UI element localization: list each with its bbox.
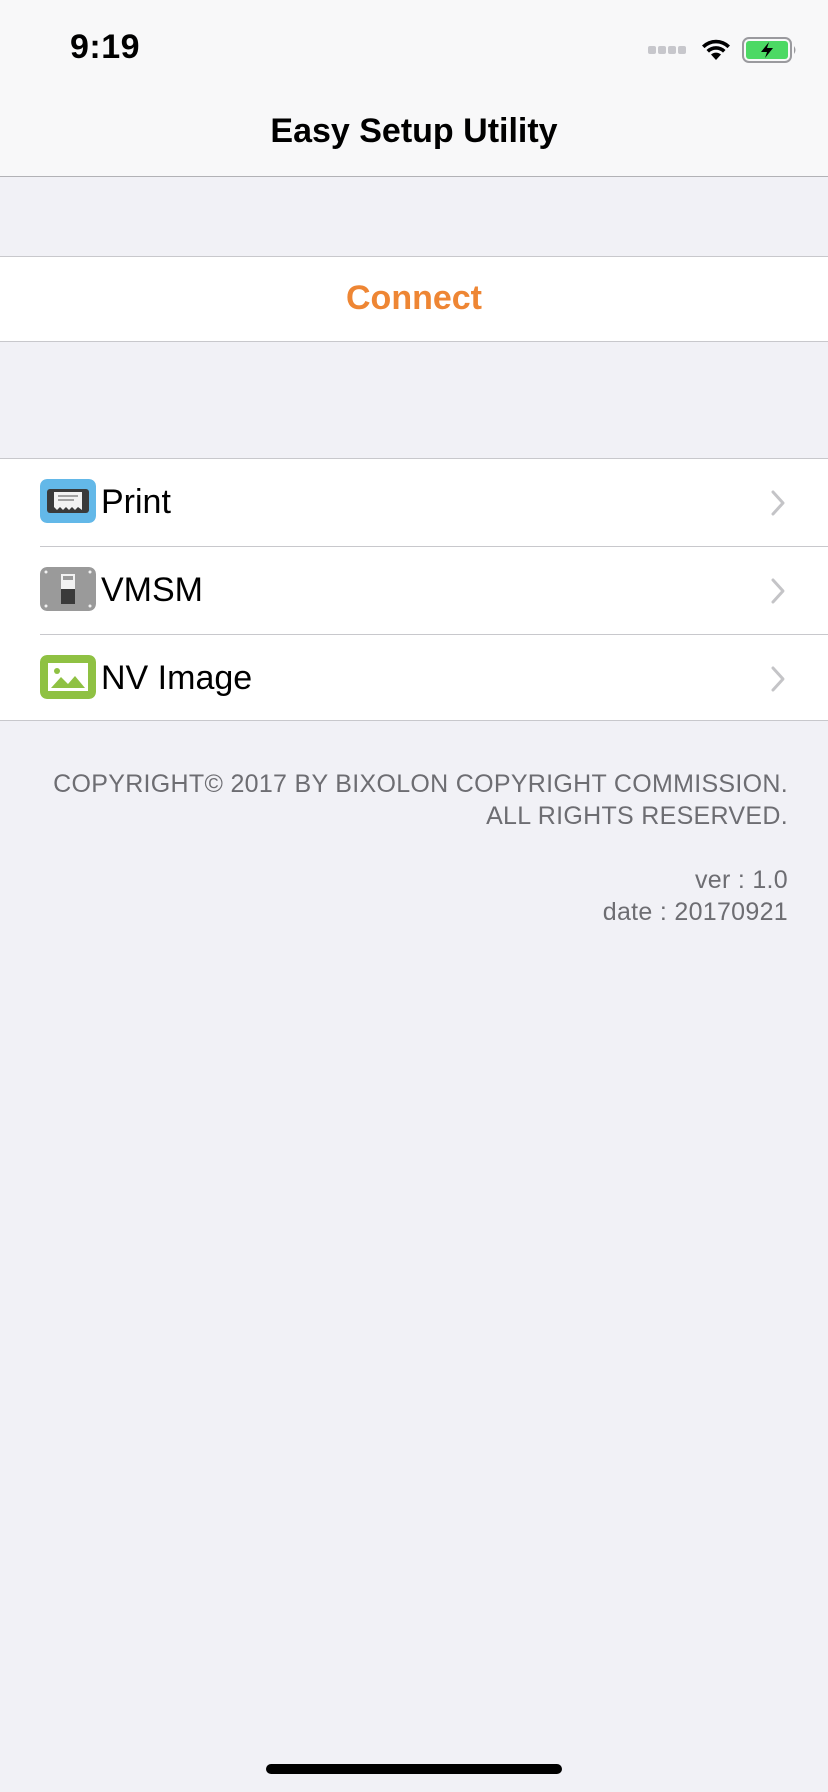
navigation-bar: Easy Setup Utility [0, 92, 828, 177]
printer-icon [40, 479, 96, 523]
connect-label: Connect [346, 279, 482, 317]
chevron-right-icon [771, 578, 785, 604]
menu-item-nv-image[interactable]: NV Image [0, 635, 828, 723]
rights-text: ALL RIGHTS RESERVED. [486, 802, 788, 830]
menu-item-print[interactable]: Print [0, 459, 828, 547]
cellular-signal-icon [648, 46, 688, 54]
connect-button[interactable]: Connect [0, 256, 828, 342]
status-bar: 9:19 [0, 0, 828, 92]
page-title: Easy Setup Utility [270, 112, 558, 150]
menu-item-label: VMSM [101, 571, 203, 609]
home-indicator[interactable] [266, 1764, 562, 1774]
menu-list: Print VMSM NV Image [0, 458, 828, 721]
chevron-right-icon [771, 666, 785, 692]
menu-item-label: NV Image [101, 659, 253, 697]
switch-icon [40, 567, 96, 611]
menu-item-vmsm[interactable]: VMSM [0, 547, 828, 635]
footer-info: COPYRIGHT© 2017 BY BIXOLON COPYRIGHT COM… [53, 768, 788, 928]
image-icon [40, 655, 96, 699]
wifi-icon [702, 39, 730, 60]
battery-charging-icon [742, 37, 796, 63]
copyright-text: COPYRIGHT© 2017 BY BIXOLON COPYRIGHT COM… [53, 770, 788, 798]
status-time: 9:19 [70, 28, 141, 66]
date-text: date : 20170921 [602, 898, 788, 926]
version-text: ver : 1.0 [694, 866, 788, 894]
menu-item-label: Print [101, 483, 171, 521]
status-icons [648, 36, 798, 64]
chevron-right-icon [771, 490, 785, 516]
